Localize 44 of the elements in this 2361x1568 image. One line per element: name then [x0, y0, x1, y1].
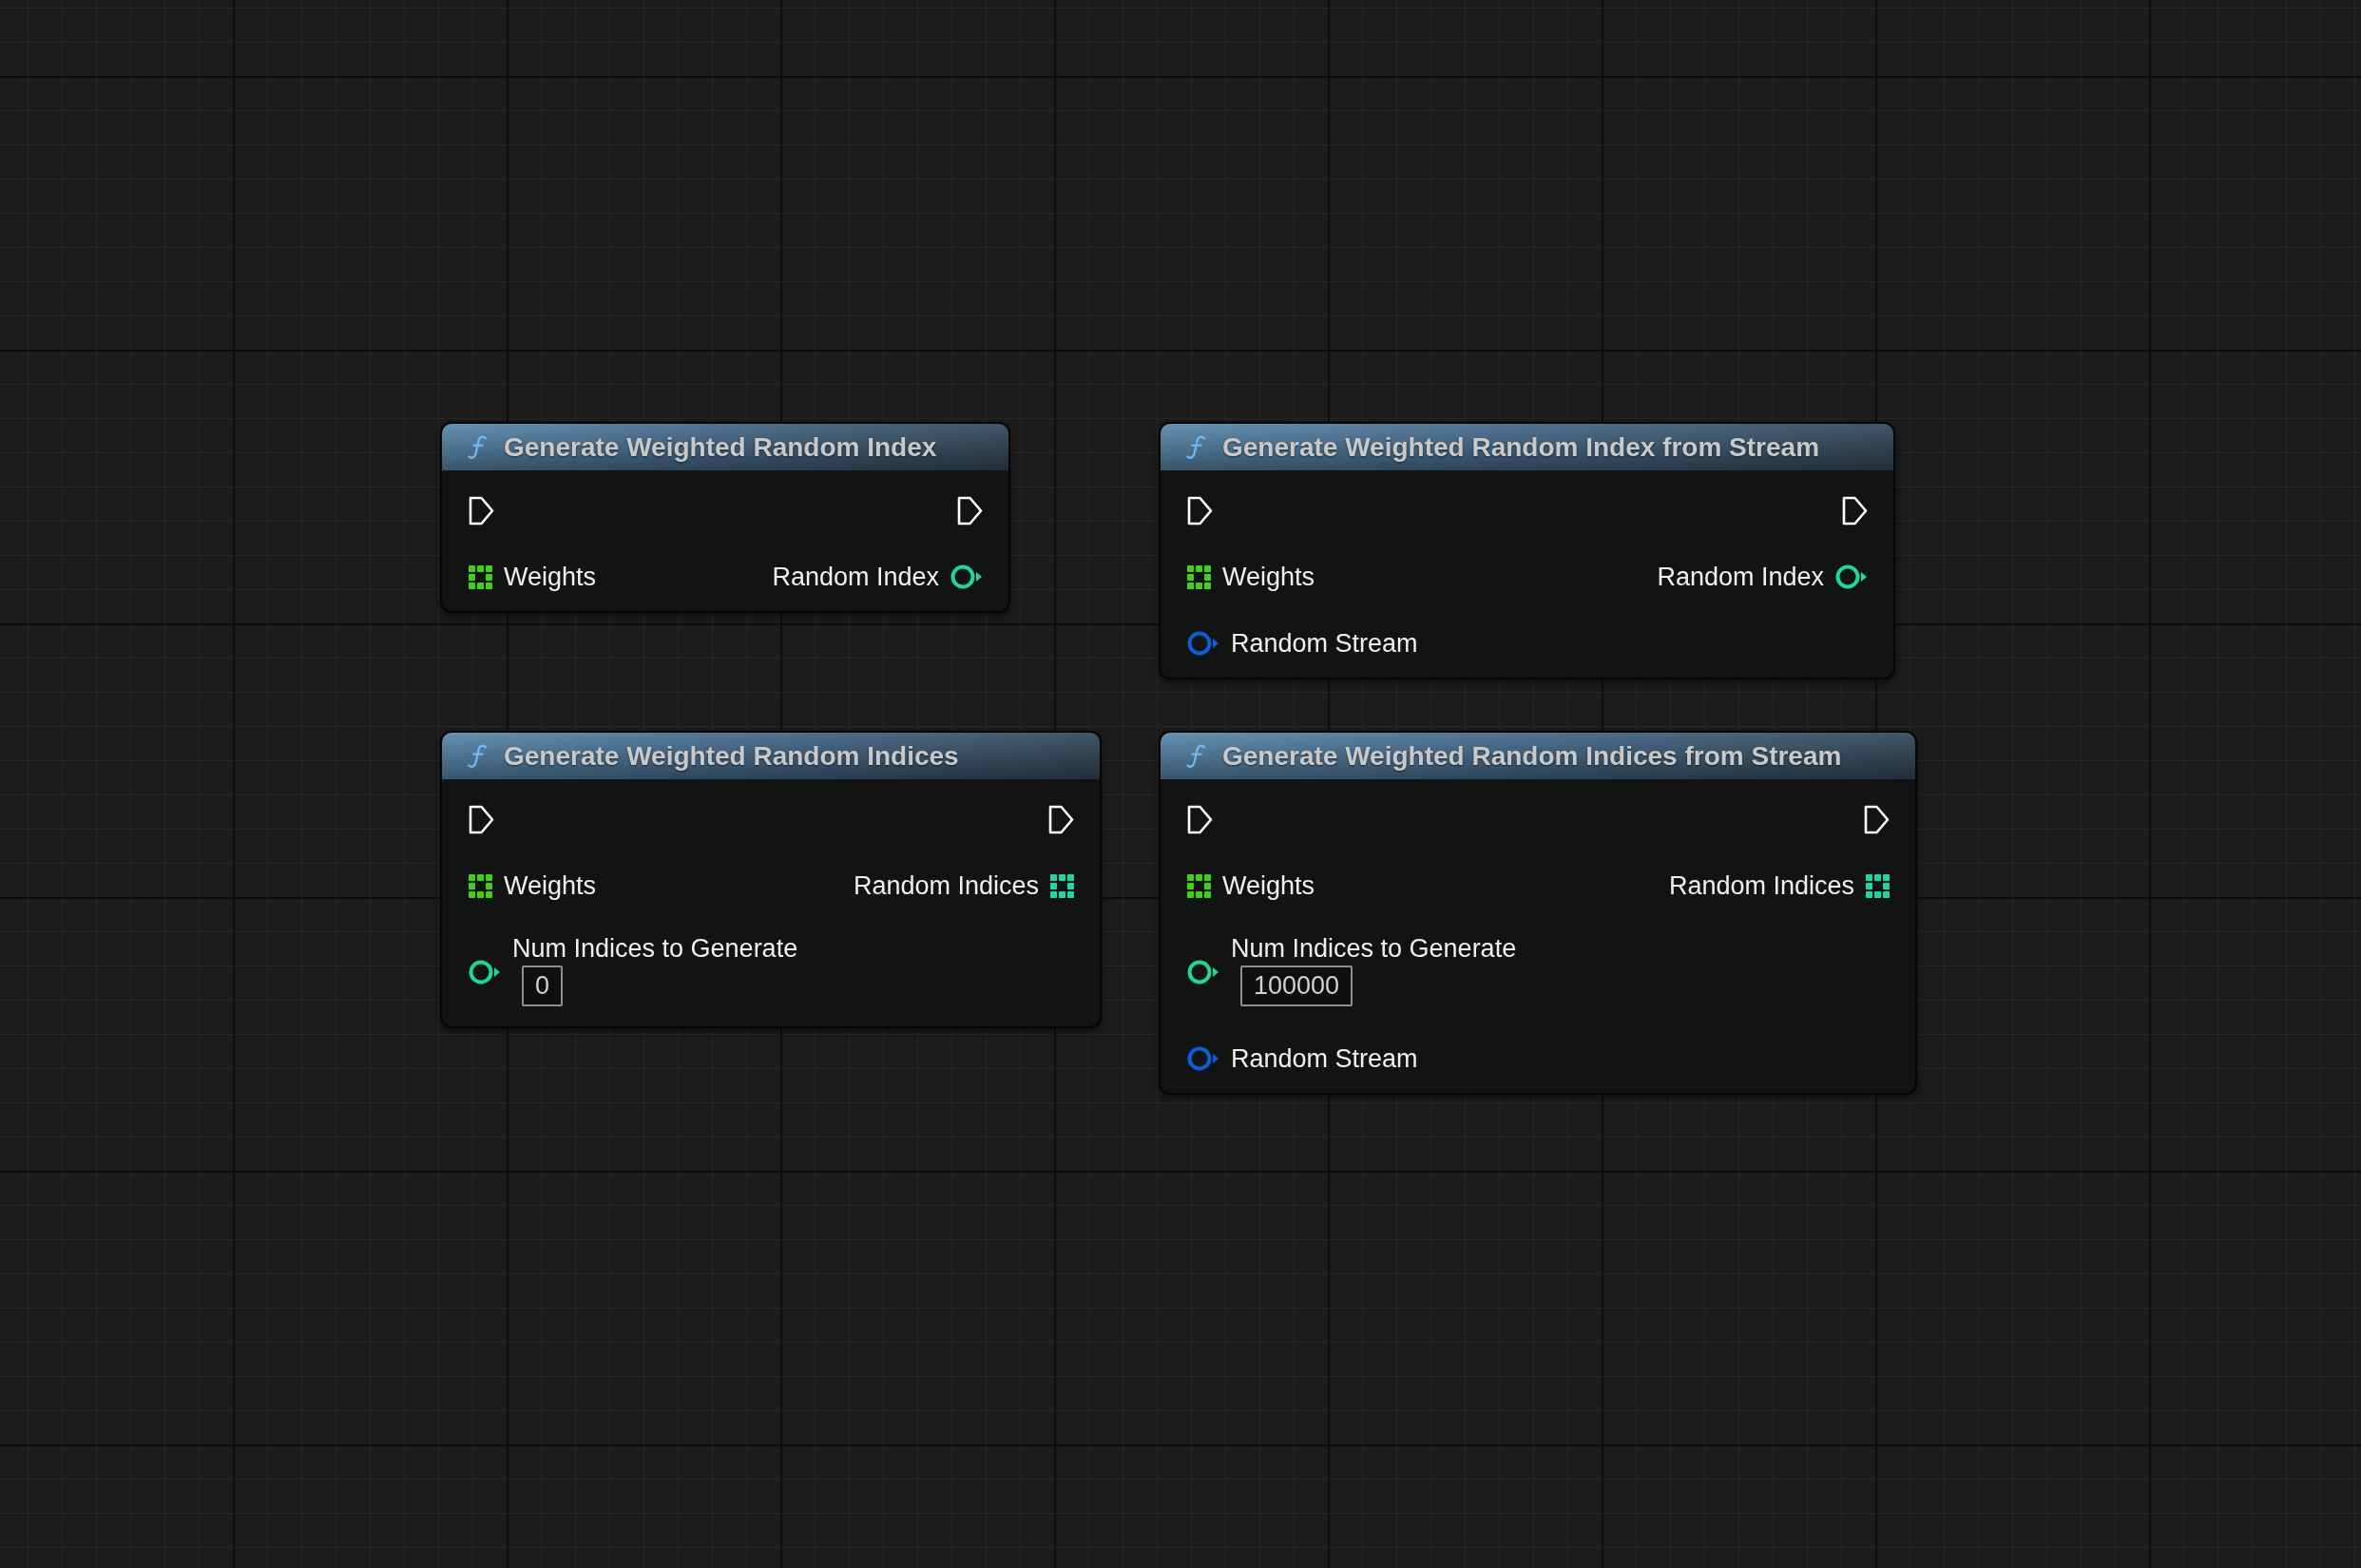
pin-label: Weights: [504, 870, 597, 901]
pin-circle-icon[interactable]: [1835, 564, 1868, 590]
pin-label: Random Stream: [1231, 628, 1418, 659]
function-node[interactable]: Generate Weighted Random Index Weights Random Index: [440, 422, 1010, 613]
pin-circle-icon[interactable]: [469, 959, 501, 985]
pin-circle-icon[interactable]: [950, 564, 983, 590]
number-field[interactable]: 0: [522, 966, 564, 1006]
number-field[interactable]: 100000: [1240, 966, 1353, 1006]
function-node[interactable]: Generate Weighted Random Index from Stream Weights Random Index Random Stream: [1159, 422, 1895, 679]
exec-pin-icon[interactable]: [1187, 495, 1213, 526]
node-title: Generate Weighted Random Indices: [504, 739, 959, 773]
array-pin-icon[interactable]: [1866, 873, 1890, 898]
node-title: Generate Weighted Random Indices from Stream: [1222, 739, 1842, 773]
exec-pin-icon[interactable]: [469, 495, 494, 526]
array-pin-icon[interactable]: [1187, 564, 1211, 589]
function-node[interactable]: Generate Weighted Random Indices from Stream Weights Random Indices Num Indices to Generate 100000 Random Stream: [1159, 731, 1917, 1095]
pin-label: Random Indices: [1668, 870, 1854, 901]
array-pin-icon[interactable]: [1187, 873, 1211, 898]
node-title: Generate Weighted Random Index from Stream: [1222, 430, 1820, 464]
exec-pin-icon[interactable]: [1048, 804, 1074, 834]
array-pin-icon[interactable]: [1050, 873, 1074, 898]
pin-label: Weights: [1222, 562, 1315, 592]
exec-pin-icon[interactable]: [1864, 804, 1890, 834]
pin-label: Num Indices to Generate: [512, 933, 798, 964]
pin-circle-icon[interactable]: [1187, 959, 1219, 985]
function-icon: [1185, 434, 1207, 460]
function-node[interactable]: Generate Weighted Random Indices Weights Random Indices Num Indices to Generate 0: [440, 731, 1102, 1028]
array-pin-icon[interactable]: [469, 564, 492, 589]
array-pin-icon[interactable]: [469, 873, 492, 898]
pin-label: Random Indices: [853, 870, 1039, 901]
pin-label: Random Stream: [1231, 1043, 1418, 1074]
exec-pin-icon[interactable]: [1842, 495, 1868, 526]
node-title: Generate Weighted Random Index: [504, 430, 937, 464]
pin-label: Random Index: [772, 562, 939, 592]
function-icon: [1185, 743, 1207, 769]
function-icon: [467, 743, 489, 769]
exec-pin-icon[interactable]: [1187, 804, 1213, 834]
exec-pin-icon[interactable]: [957, 495, 983, 526]
pin-label: Random Index: [1657, 562, 1824, 592]
pin-label: Num Indices to Generate: [1231, 933, 1517, 964]
pin-label: Weights: [1222, 870, 1315, 901]
exec-pin-icon[interactable]: [469, 804, 494, 834]
pin-label: Weights: [504, 562, 597, 592]
function-icon: [467, 434, 489, 460]
